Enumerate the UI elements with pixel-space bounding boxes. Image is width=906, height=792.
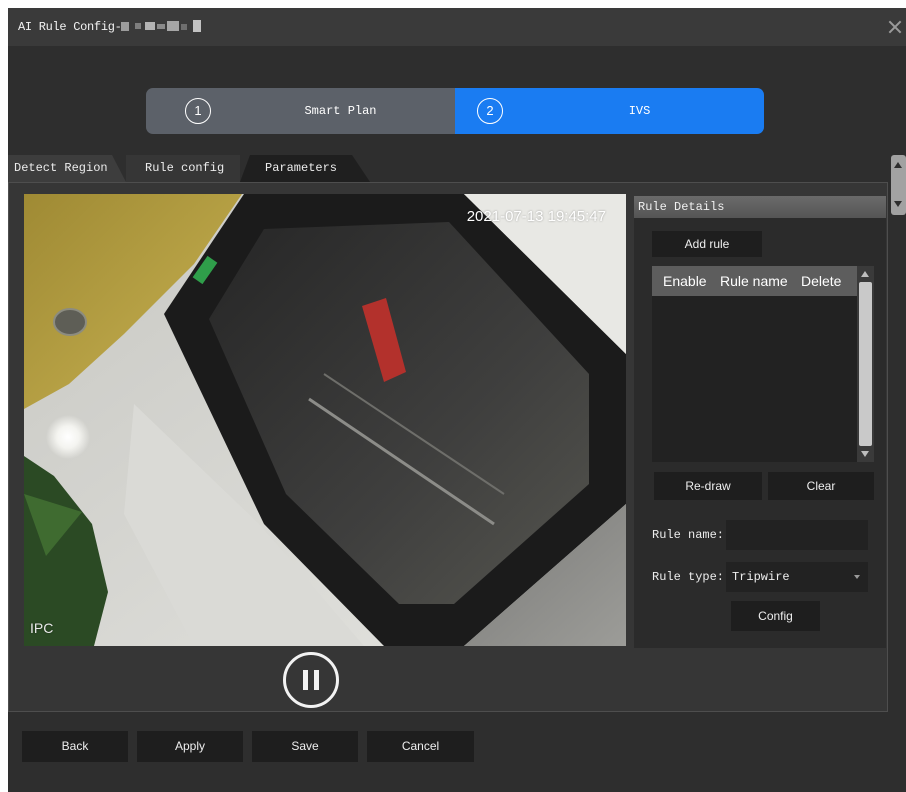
config-button[interactable]: Config [731, 601, 820, 631]
scroll-up-icon[interactable] [894, 162, 902, 168]
bright-light [46, 415, 90, 459]
rule-config-panel: 2021-07-13 19:45:47 IPC Rule Details Add… [8, 182, 888, 712]
scroll-up-icon[interactable] [861, 271, 869, 277]
cancel-button[interactable]: Cancel [367, 731, 474, 762]
step-number-circle: 2 [477, 98, 503, 124]
rule-details-panel: Rule Details Add rule Enable Rule name D… [634, 196, 886, 648]
step-smart-plan[interactable]: 1 Smart Plan [146, 88, 455, 134]
scroll-down-icon[interactable] [894, 201, 902, 207]
back-button[interactable]: Back [22, 731, 128, 762]
add-rule-button[interactable]: Add rule [652, 231, 762, 257]
redacted-device-name [121, 18, 207, 36]
step-ivs[interactable]: 2 IVS [455, 88, 764, 134]
tab-detect-region[interactable]: Detect Region [8, 155, 126, 182]
pause-icon[interactable] [283, 652, 339, 708]
apply-button[interactable]: Apply [137, 731, 243, 762]
rule-type-select[interactable]: Tripwire [726, 562, 868, 592]
chevron-down-icon [854, 575, 860, 579]
rule-type-label: Rule type: [652, 570, 725, 584]
ai-rule-config-dialog: AI Rule Config- 1 Smart Plan 2 IVS Detec… [8, 8, 906, 792]
tab-rule-config[interactable]: Rule config [126, 155, 240, 182]
scroll-down-icon[interactable] [861, 451, 869, 457]
column-header-rule-name[interactable]: Rule name [720, 266, 788, 296]
redacted-block [145, 22, 155, 30]
rule-name-label: Rule name: [652, 528, 725, 542]
title-bar: AI Rule Config- [8, 8, 906, 46]
pause-bar [314, 670, 319, 690]
column-header-delete[interactable]: Delete [801, 266, 841, 296]
redacted-block [193, 20, 201, 32]
redraw-button[interactable]: Re-draw [654, 472, 762, 500]
scrollbar-thumb[interactable] [859, 282, 872, 446]
save-button[interactable]: Save [252, 731, 358, 762]
column-header-enable[interactable]: Enable [663, 266, 707, 296]
step-number-circle: 1 [185, 98, 211, 124]
live-video-view[interactable]: 2021-07-13 19:45:47 IPC [24, 194, 626, 646]
redacted-block [121, 22, 129, 31]
redacted-block [157, 24, 165, 29]
ceiling-lamp [53, 308, 87, 336]
redacted-block [181, 24, 187, 30]
page-scrollbar[interactable] [891, 155, 906, 215]
rule-table-scrollbar[interactable] [857, 266, 874, 462]
video-channel-label: IPC [30, 620, 54, 636]
rule-type-value: Tripwire [732, 570, 790, 584]
redacted-block [135, 23, 141, 29]
step-label: IVS [628, 104, 651, 118]
pause-bar [303, 670, 308, 690]
video-timestamp: 2021-07-13 19:45:47 [466, 208, 606, 225]
rule-table: Enable Rule name Delete [652, 266, 874, 462]
rule-name-input[interactable] [726, 520, 868, 550]
close-icon[interactable] [888, 20, 902, 34]
tab-parameters[interactable]: Parameters [240, 155, 370, 182]
redacted-block [167, 21, 179, 31]
rule-details-title: Rule Details [634, 196, 886, 218]
window-title: AI Rule Config- [18, 20, 122, 34]
step-label: Smart Plan [304, 104, 377, 118]
rule-table-header: Enable Rule name Delete [652, 266, 857, 296]
wizard-step-bar: 1 Smart Plan 2 IVS [146, 88, 764, 134]
camera-feed-image [24, 194, 626, 646]
clear-button[interactable]: Clear [768, 472, 874, 500]
